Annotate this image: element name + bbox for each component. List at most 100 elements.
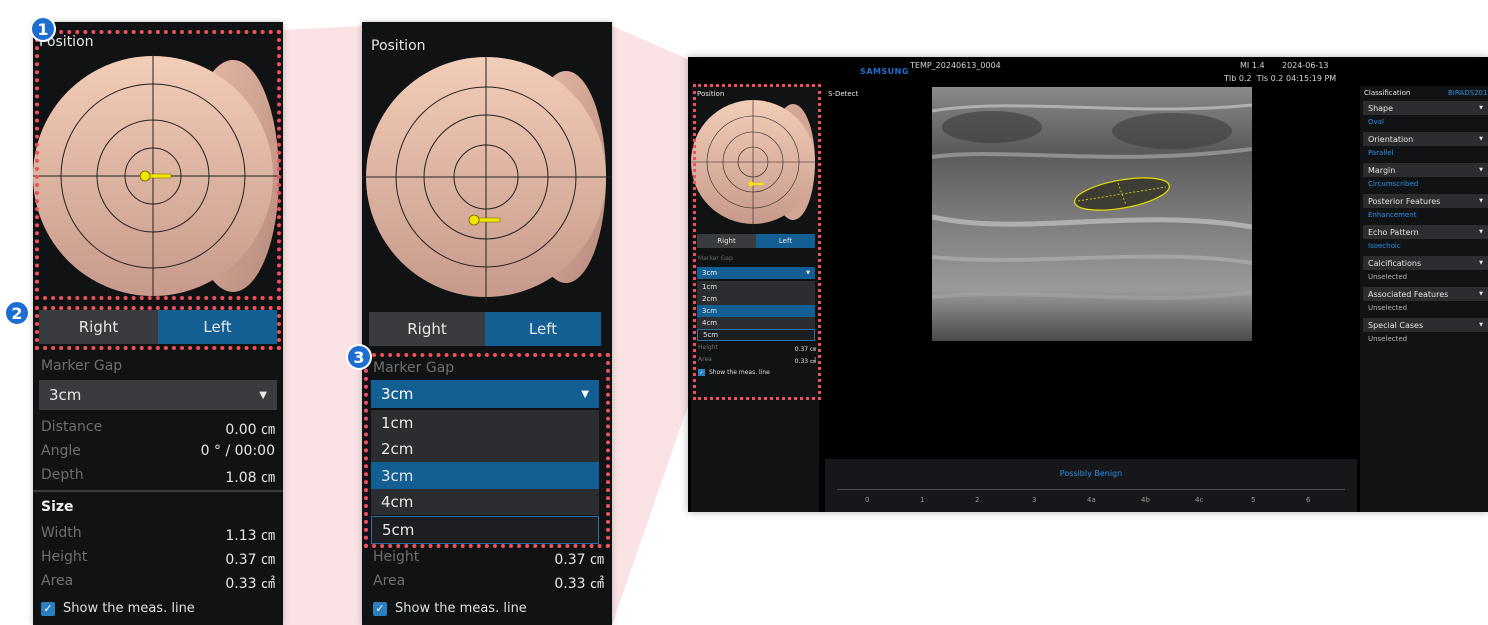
highlight-box-1	[35, 30, 281, 300]
scale-tick: 3	[1032, 496, 1037, 504]
ultrasound-image[interactable]	[932, 87, 1252, 341]
row-label: Height	[41, 549, 88, 565]
file-name: TEMP_20240613_0004	[910, 61, 1001, 70]
badge-3: 3	[346, 344, 372, 370]
category-label: Echo Pattern	[1368, 227, 1419, 237]
chevron-down-icon: ▼	[1479, 260, 1483, 266]
divider	[33, 490, 283, 492]
classification-panel: Classification BIRADS2013 Shape ▼ Oval Or…	[1360, 86, 1488, 512]
row-value: 0.00 ㎝	[225, 422, 275, 438]
category-value: Unselected	[1368, 334, 1408, 343]
row-value: 0 ° / 00:00	[200, 443, 275, 459]
category-label: Margin	[1368, 165, 1396, 175]
category-margin[interactable]: Margin ▼	[1363, 163, 1488, 177]
row-value: 0.37 ㎝	[554, 552, 604, 568]
row-value: 1.08 ㎝	[225, 470, 275, 486]
breast-position-diagram[interactable]	[362, 57, 612, 303]
row-label: Angle	[41, 443, 81, 459]
tib-tis-value: TIb 0.2 TIs 0.2	[1224, 74, 1284, 83]
scale-tick: 2	[975, 496, 980, 504]
category-label: Orientation	[1368, 134, 1414, 144]
category-shape[interactable]: Shape ▼	[1363, 101, 1488, 115]
checkmark-icon: ✓	[41, 601, 55, 616]
highlight-box-side	[693, 84, 821, 400]
exam-time: 04:15:19 PM	[1286, 74, 1337, 83]
category-value: Parallel	[1368, 148, 1394, 157]
category-label: Calcifications	[1368, 258, 1422, 268]
result-label: Possibly Benign	[1059, 469, 1123, 478]
scale-tick: 5	[1251, 496, 1256, 504]
show-meas-line-checkbox[interactable]: ✓ Show the meas. line	[41, 601, 195, 616]
category-label: Special Cases	[1368, 320, 1424, 330]
row-label: Width	[41, 525, 82, 541]
category-value: Unselected	[1368, 272, 1408, 281]
exam-date: 2024-06-13	[1282, 61, 1329, 70]
category-calcifications[interactable]: Calcifications ▼	[1363, 256, 1488, 270]
badge-1: 1	[30, 16, 56, 42]
ultrasound-screen: SAMSUNG TEMP_20240613_0004 MI 1.4 2024-0…	[688, 57, 1488, 512]
badge-2: 2	[4, 300, 30, 326]
category-orientation[interactable]: Orientation ▼	[1363, 132, 1488, 146]
row-value: 0.33 ㎠	[225, 576, 275, 592]
highlight-box-2	[35, 306, 281, 350]
category-echo-pattern[interactable]: Echo Pattern ▼	[1363, 225, 1488, 239]
side-toggle: Right Left	[369, 312, 601, 346]
scale-line	[837, 489, 1345, 490]
row-label: Distance	[41, 419, 103, 435]
checkbox-label: Show the meas. line	[395, 601, 527, 616]
size-row-area: Area 0.33 ㎠	[373, 573, 604, 593]
scale-tick: 6	[1306, 496, 1311, 504]
chevron-down-icon: ▼	[1479, 198, 1483, 204]
chevron-down-icon: ▼	[259, 389, 267, 401]
category-associated-features[interactable]: Associated Features ▼	[1363, 287, 1488, 301]
chevron-down-icon: ▼	[1479, 136, 1483, 142]
chevron-down-icon: ▼	[1479, 322, 1483, 328]
row-label: Height	[373, 549, 420, 565]
checkmark-icon: ✓	[373, 601, 387, 616]
classification-system: BIRADS2013	[1448, 89, 1488, 97]
chevron-down-icon: ▼	[1479, 105, 1483, 111]
show-meas-line-checkbox[interactable]: ✓ Show the meas. line	[373, 601, 527, 616]
right-button[interactable]: Right	[369, 312, 485, 346]
category-posterior-features[interactable]: Posterior Features ▼	[1363, 194, 1488, 208]
chevron-down-icon: ▼	[1479, 291, 1483, 297]
measure-row-depth: Depth 1.08 ㎝	[41, 467, 275, 487]
chevron-down-icon: ▼	[1479, 167, 1483, 173]
marker-gap-label: Marker Gap	[41, 358, 123, 374]
row-value: 1.13 ㎝	[225, 528, 275, 544]
highlight-box-3	[364, 353, 610, 548]
mode-label: S-Detect	[828, 90, 859, 98]
category-value: Unselected	[1368, 303, 1408, 312]
scale-tick: 4b	[1141, 496, 1150, 504]
category-value: Circumscribed	[1368, 179, 1419, 188]
panel-title: Position	[371, 38, 426, 54]
category-label: Posterior Features	[1368, 196, 1441, 206]
scale-tick: 4a	[1087, 496, 1096, 504]
category-value: Isoechoic	[1368, 241, 1401, 250]
scale-tick: 4c	[1195, 496, 1204, 504]
mi-value: MI 1.4	[1240, 61, 1265, 70]
marker-gap-value: 3cm	[49, 386, 82, 404]
chevron-down-icon: ▼	[1479, 229, 1483, 235]
samsung-logo: SAMSUNG	[860, 67, 909, 76]
row-label: Area	[41, 573, 74, 589]
row-value: 0.33 ㎠	[554, 576, 604, 592]
scale-tick: 0	[865, 496, 870, 504]
size-title: Size	[41, 499, 74, 515]
size-row-height: Height 0.37 ㎝	[373, 549, 604, 569]
connector-left	[282, 26, 362, 625]
classification-title: Classification	[1364, 89, 1411, 97]
result-bar: Possibly Benign 0 1 2 3 4a 4b 4c 5 6	[825, 459, 1357, 512]
category-value: Oval	[1368, 117, 1384, 126]
category-label: Shape	[1368, 103, 1394, 113]
category-special-cases[interactable]: Special Cases ▼	[1363, 318, 1488, 332]
category-label: Associated Features	[1368, 289, 1449, 299]
left-button[interactable]: Left	[485, 312, 601, 346]
category-value: Enhancement	[1368, 210, 1417, 219]
row-value: 0.37 ㎝	[225, 552, 275, 568]
size-row-area: Area 0.33 ㎠	[41, 573, 275, 593]
checkbox-label: Show the meas. line	[63, 601, 195, 616]
size-row-height: Height 0.37 ㎝	[41, 549, 275, 569]
marker-gap-select[interactable]: 3cm ▼	[39, 380, 277, 410]
size-row-width: Width 1.13 ㎝	[41, 525, 275, 545]
